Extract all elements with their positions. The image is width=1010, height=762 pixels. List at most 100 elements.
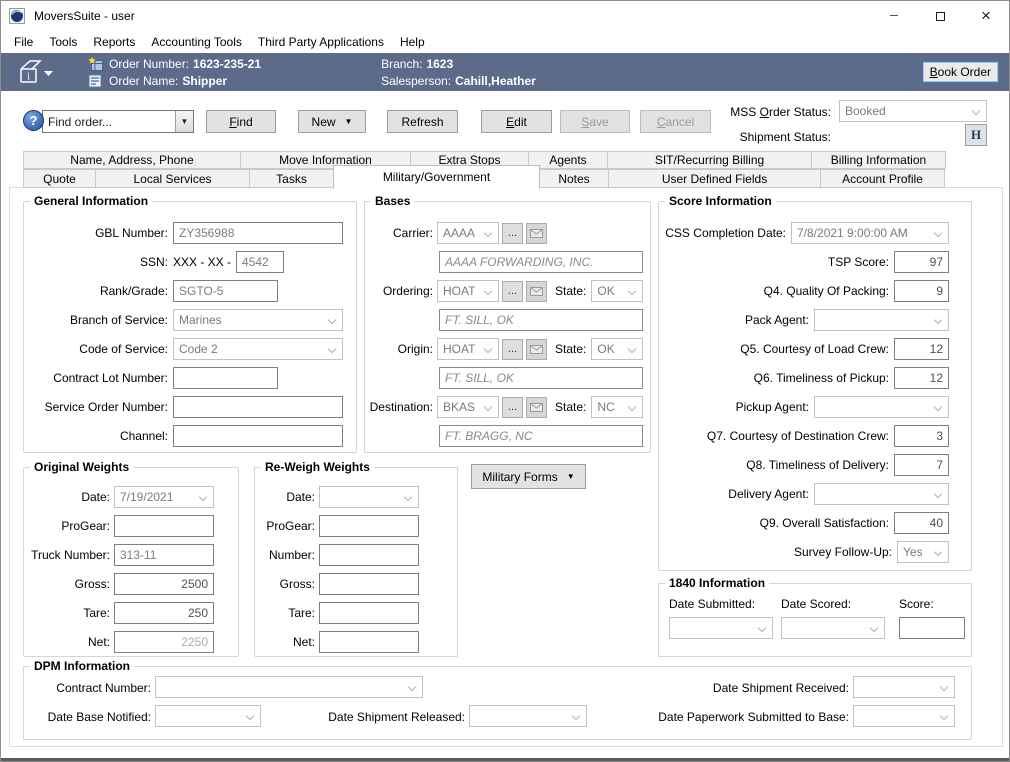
original-tare-input[interactable]: 250 (114, 602, 214, 624)
tab-user-defined-fields[interactable]: User Defined Fields (608, 169, 821, 188)
home-menu-button[interactable]: i (1, 59, 71, 86)
truck-number-input[interactable]: 313-11 (114, 544, 214, 566)
destination-base-select[interactable]: BKAS (437, 396, 499, 418)
military-forms-button[interactable]: Military Forms ▼ (471, 464, 586, 489)
tab-local-services[interactable]: Local Services (95, 169, 250, 188)
minimize-button[interactable]: ─ (871, 1, 917, 31)
menu-file[interactable]: File (6, 32, 41, 52)
chevron-down-icon (484, 403, 492, 411)
origin-base-select[interactable]: HOAT (437, 338, 499, 360)
survey-follow-up-select[interactable]: Yes (897, 541, 949, 563)
q6-timeliness-of-pickup-input[interactable]: 12 (894, 367, 949, 389)
tab-notes[interactable]: Notes (539, 169, 609, 188)
reweigh-date-select[interactable] (319, 486, 419, 508)
date-scored-select[interactable] (781, 617, 885, 639)
find-order-value: Find order... (43, 115, 175, 129)
date-paperwork-submitted-select[interactable] (853, 705, 955, 727)
reweigh-progear-input[interactable] (319, 515, 419, 537)
original-progear-input[interactable] (114, 515, 214, 537)
ordering-email-button[interactable] (526, 281, 547, 302)
ordering-state-select[interactable]: OK (591, 280, 643, 302)
carrier-code-select[interactable]: AAAA (437, 222, 499, 244)
envelope-icon (530, 229, 543, 238)
service-order-number-input[interactable] (173, 396, 343, 418)
shipment-status-history-button[interactable]: H (965, 124, 987, 146)
tab-sit-recurring-billing[interactable]: SIT/Recurring Billing (607, 151, 812, 169)
chevron-down-icon (870, 624, 878, 632)
css-completion-date-select[interactable]: 7/8/2021 9:00:00 AM (791, 222, 949, 244)
code-of-service-select[interactable]: Code 2 (173, 338, 343, 360)
save-button[interactable]: Save (560, 110, 630, 133)
tab-name-address-phone[interactable]: Name, Address, Phone (23, 151, 241, 169)
origin-email-button[interactable] (526, 339, 547, 360)
tab-quote[interactable]: Quote (23, 169, 96, 188)
close-icon: × (981, 6, 991, 26)
reweigh-weights-group: Re-Weigh Weights Date: ProGear: Number: … (254, 467, 458, 657)
menu-third-party-applications[interactable]: Third Party Applications (250, 32, 392, 52)
origin-lookup-button[interactable]: ... (502, 339, 523, 360)
mss-order-status-select[interactable]: Booked (839, 100, 987, 122)
carrier-lookup-button[interactable]: ... (502, 223, 523, 244)
destination-email-button[interactable] (526, 397, 547, 418)
gbl-number-input[interactable]: ZY356988 (173, 222, 343, 244)
original-date-select[interactable]: 7/19/2021 (114, 486, 214, 508)
q8-timeliness-of-delivery-input[interactable]: 7 (894, 454, 949, 476)
refresh-button[interactable]: Refresh (387, 110, 458, 133)
maximize-button[interactable] (917, 1, 963, 31)
q4-quality-of-packing-input[interactable]: 9 (894, 280, 949, 302)
q9-overall-satisfaction-input[interactable]: 40 (894, 512, 949, 534)
delivery-agent-select[interactable] (814, 483, 949, 505)
envelope-icon (530, 345, 543, 354)
q7-courtesy-of-destination-crew-input[interactable]: 3 (894, 425, 949, 447)
pack-agent-select[interactable] (814, 309, 949, 331)
book-order-button[interactable]: Book Order (922, 61, 999, 83)
menu-accounting-tools[interactable]: Accounting Tools (143, 32, 250, 52)
channel-input[interactable] (173, 425, 343, 447)
tab-agents[interactable]: Agents (528, 151, 608, 169)
destination-lookup-button[interactable]: ... (502, 397, 523, 418)
date-base-notified-select[interactable] (155, 705, 261, 727)
combo-arrow-icon[interactable]: ▼ (175, 111, 193, 132)
menu-tools[interactable]: Tools (41, 32, 85, 52)
carrier-email-button[interactable] (526, 223, 547, 244)
reweigh-gross-input[interactable] (319, 573, 419, 595)
reweigh-number-input[interactable] (319, 544, 419, 566)
date-shipment-received-select[interactable] (853, 676, 955, 698)
tab-tasks[interactable]: Tasks (249, 169, 334, 188)
branch-of-service-select[interactable]: Marines (173, 309, 343, 331)
original-progear-label: ProGear: (26, 519, 110, 533)
dpm-contract-number-select[interactable] (155, 676, 423, 698)
score-information-group: Score Information CSS Completion Date: 7… (658, 201, 972, 571)
menu-reports[interactable]: Reports (85, 32, 143, 52)
tsp-score-input[interactable]: 97 (894, 251, 949, 273)
origin-state-select[interactable]: OK (591, 338, 643, 360)
edit-button[interactable]: Edit (481, 110, 552, 133)
help-icon[interactable]: ? (23, 110, 44, 131)
date-shipment-received-label: Date Shipment Received: (454, 681, 849, 695)
find-button[interactable]: Find (206, 110, 276, 133)
rank-grade-input[interactable]: SGTO-5 (173, 280, 278, 302)
score-1840-input[interactable] (899, 617, 965, 639)
ordering-lookup-button[interactable]: ... (502, 281, 523, 302)
menu-help[interactable]: Help (392, 32, 433, 52)
pickup-agent-select[interactable] (814, 396, 949, 418)
tab-account-profile[interactable]: Account Profile (820, 169, 945, 188)
ordering-base-select[interactable]: HOAT (437, 280, 499, 302)
destination-state-select[interactable]: NC (591, 396, 643, 418)
mss-order-status-label: MSS Order Status: (730, 105, 831, 119)
tab-military-government[interactable]: Military/Government (333, 165, 540, 189)
original-net-input[interactable]: 2250 (114, 631, 214, 653)
reweigh-tare-input[interactable] (319, 602, 419, 624)
original-gross-input[interactable]: 2500 (114, 573, 214, 595)
date-submitted-select[interactable] (669, 617, 773, 639)
tab-billing-information[interactable]: Billing Information (811, 151, 946, 169)
ssn-mask: XXX - XX - (173, 255, 231, 269)
cancel-button[interactable]: Cancel (640, 110, 711, 133)
close-button[interactable]: × (963, 1, 1009, 31)
ssn-last4-input[interactable]: 4542 (236, 251, 284, 273)
new-button[interactable]: New ▼ (298, 110, 366, 133)
find-order-combobox[interactable]: Find order... ▼ (42, 110, 194, 133)
reweigh-net-input[interactable] (319, 631, 419, 653)
contract-lot-number-input[interactable] (173, 367, 278, 389)
q5-courtesy-of-load-crew-input[interactable]: 12 (894, 338, 949, 360)
